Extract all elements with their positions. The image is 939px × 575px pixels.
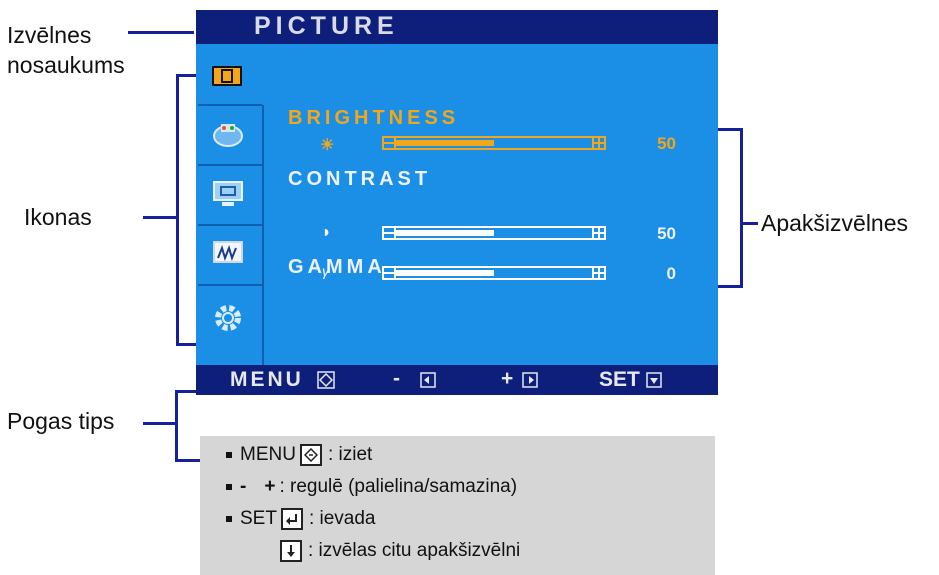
brightness-fill [396, 140, 494, 146]
callout-submenus: Apakšizvēlnes [761, 210, 909, 236]
gamma-slider[interactable] [382, 266, 608, 282]
tab-setup[interactable] [198, 286, 262, 346]
contrast-minus[interactable] [382, 226, 396, 240]
bullet [226, 516, 232, 522]
tip-row-set: SET : ievada [226, 508, 376, 530]
brightness-plus[interactable] [592, 136, 606, 150]
gamma-plus[interactable] [592, 266, 606, 280]
tip-row-menu: MENU : iziet [226, 444, 372, 466]
down-key-icon [280, 540, 302, 562]
contrast-icon: ◑ [320, 224, 330, 241]
callout-bracket-submenus-v [740, 128, 743, 288]
footer-down-arrow-icon[interactable] [646, 372, 662, 388]
gamma-track [396, 266, 592, 280]
contrast-plus[interactable] [592, 226, 606, 240]
footer-menu-label: MENU [230, 368, 304, 391]
button-tips-panel: MENU : iziet - + : regulē (palielina/sam… [200, 436, 715, 575]
tab-color[interactable] [198, 106, 262, 166]
exit-key-icon [299, 444, 322, 466]
callout-bracket-icons-top [176, 74, 196, 77]
footer-exit-icon[interactable] [317, 371, 335, 389]
contrast-value: 50 [657, 224, 676, 243]
osd-title-bar: PICTURE [196, 10, 718, 44]
callout-line-button-tips-h [143, 422, 176, 425]
footer-right-arrow-icon[interactable] [522, 372, 538, 388]
bullet [226, 484, 232, 490]
sun-icon: ☀ [320, 137, 335, 154]
osd-menu: PICTURE BRIGHTNESS ☀ 50 CONTRAST ◑ 50 GA… [196, 10, 718, 395]
callout-button-tips: Pogas tips [7, 408, 115, 434]
color-icon [213, 124, 243, 147]
enter-key-icon [280, 508, 303, 530]
callout-menu-name: Izvēlnes nosaukums [7, 20, 125, 80]
tab-picture[interactable] [198, 46, 262, 106]
callout-menu-name-line2: nosaukums [7, 52, 125, 78]
item-contrast-label: CONTRAST [288, 168, 432, 190]
callout-bracket-tips-v [175, 390, 178, 462]
picture-icon [212, 66, 242, 86]
tip-minus: - [240, 476, 247, 497]
osd-footer: MENU - + SET [196, 365, 718, 395]
callout-menu-name-line1: Izvēlnes [7, 22, 92, 48]
brightness-value: 50 [657, 134, 676, 153]
item-gamma-label: GAMMA [288, 256, 386, 278]
icon-strip-divider [262, 105, 264, 365]
display-icon [213, 181, 243, 206]
tip-set-key: SET [240, 508, 277, 529]
tip-menu-key: MENU [240, 444, 296, 465]
gamma-icon: γ [322, 263, 329, 279]
bullet [226, 452, 232, 458]
contrast-track [396, 226, 592, 240]
contrast-fill [396, 230, 494, 236]
tip-plus: + [264, 476, 276, 497]
tip-row-down: : izvēlas citu apakšizvēlni [276, 540, 520, 562]
gamma-fill [396, 270, 494, 276]
callout-line-icons-h [143, 216, 177, 219]
brightness-track [396, 136, 592, 150]
tip-set-text: : ievada [308, 508, 376, 529]
tab-tracking[interactable] [198, 226, 262, 286]
setup-icon [215, 305, 241, 331]
gamma-minus[interactable] [382, 266, 396, 280]
tracking-icon [213, 241, 243, 263]
callout-bracket-icons-v [176, 74, 179, 346]
callout-bracket-icons-bottom [176, 343, 196, 346]
item-brightness-label: BRIGHTNESS [288, 107, 460, 129]
tab-display[interactable] [198, 166, 262, 226]
tip-menu-text: : iziet [327, 444, 373, 465]
tip-adjust-text: : regulē (palielina/samazina) [279, 476, 518, 497]
footer-plus-label: + [501, 367, 514, 390]
contrast-slider[interactable] [382, 226, 608, 242]
footer-set-label: SET [599, 368, 640, 391]
footer-left-arrow-icon[interactable] [420, 372, 436, 388]
callout-icons: Ikonas [24, 204, 92, 230]
osd-title: PICTURE [254, 12, 399, 40]
callout-bracket-tips-top [175, 390, 196, 393]
brightness-minus[interactable] [382, 136, 396, 150]
brightness-slider[interactable] [382, 136, 608, 152]
tip-row-adjust: - + : regulē (palielina/samazina) [226, 476, 517, 498]
tip-down-text: : izvēlas citu apakšizvēlni [308, 540, 521, 561]
callout-line-menu-name [128, 31, 194, 34]
footer-minus-label: - [393, 367, 400, 390]
gamma-value: 0 [666, 264, 676, 283]
callout-bracket-tips-bottom [175, 459, 200, 462]
